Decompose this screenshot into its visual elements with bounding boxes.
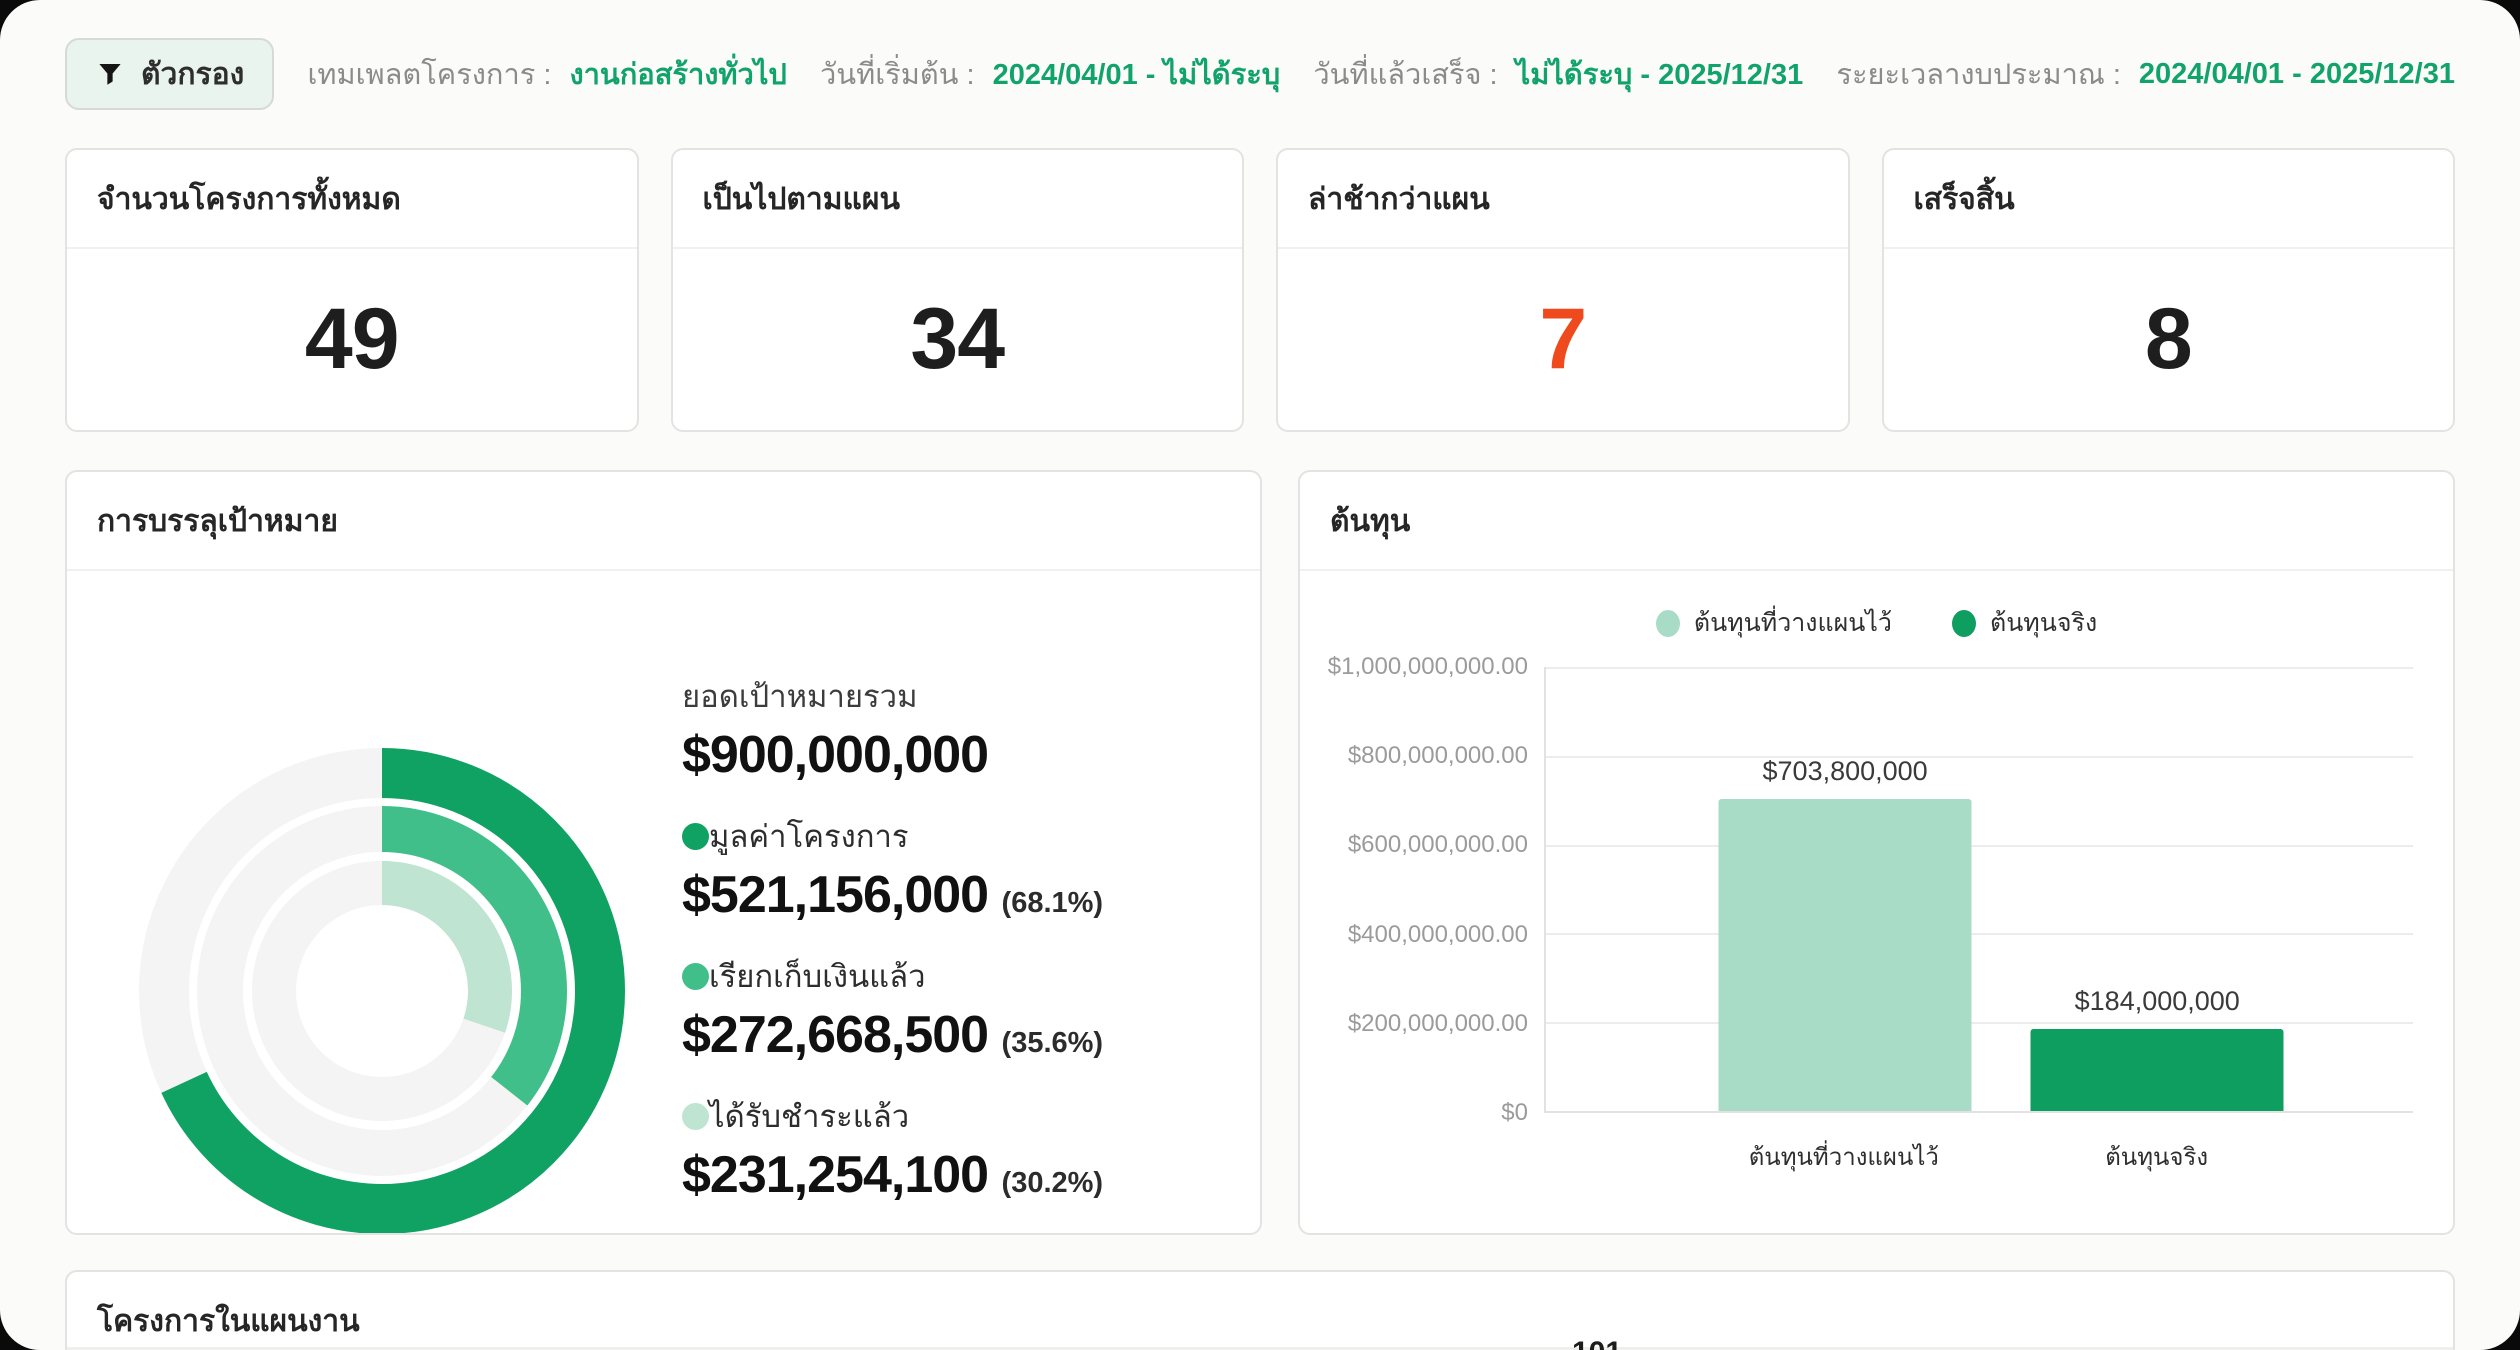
cost-legend-label: ต้นทุนจริง [1990,603,2097,643]
goal-donut-chart [122,731,642,1235]
x-axis-label: ต้นทุนที่วางแผนไว้ [1749,1137,1939,1176]
cost-legend-planned: ต้นทุนที่วางแผนไว้ [1656,603,1892,643]
stat-card-value: 49 [305,290,399,389]
filter-field-start-date: วันที่เริ่มต้น : 2024/04/01 - ไม่ได้ระบุ [820,51,1280,97]
gridline [1546,756,2413,758]
gridline [1546,845,2413,847]
projects-in-plan-panel: โครงการในแผนงาน 101 [65,1270,2455,1350]
goal-entry-value: $521,156,000 (68.1%) [682,865,1242,925]
filter-field-label: เทมเพลตโครงการ : [307,51,551,97]
filter-field-label: วันที่เริ่มต้น : [820,51,975,97]
goal-entry-percent: (35.6%) [1002,1027,1104,1059]
legend-dot [682,1103,709,1130]
y-tick-label: $600,000,000.00 [1348,831,1528,859]
legend-dot [1952,610,1976,637]
cost-legend-label: ต้นทุนที่วางแผนไว้ [1694,603,1892,643]
goal-achievement-panel: การบรรลุเป้าหมาย ยอดเป้าหมายรวม $900,000… [65,470,1262,1235]
filter-button[interactable]: ตัวกรอง [65,38,274,110]
y-tick-label: $200,000,000.00 [1348,1010,1528,1038]
filter-bar: ตัวกรอง เทมเพลตโครงการ : งานก่อสร้างทั่ว… [65,36,2455,112]
stat-card-on-plan: เป็นไปตามแผน 34 [671,148,1245,432]
goal-entry-paid: ได้รับชำระแล้ว $231,254,100 (30.2%) [682,1091,1242,1205]
bar-value-label: $184,000,000 [2075,986,2240,1017]
cost-bar-yaxis: $1,000,000,000.00$800,000,000.00$600,000… [1330,667,1528,1113]
y-tick-label: $800,000,000.00 [1348,742,1528,770]
filter-button-label: ตัวกรอง [141,51,244,98]
filter-field-end-date: วันที่แล้วเสร็จ : ไม่ได้ระบุ - 2025/12/3… [1313,51,1803,97]
y-tick-label: $400,000,000.00 [1348,921,1528,949]
legend-dot [682,823,709,850]
stat-card-finished: เสร็จสิ้น 8 [1882,148,2456,432]
bar-1 [2031,1029,2284,1111]
filter-field-value[interactable]: 2024/04/01 - 2025/12/31 [2139,58,2455,91]
goal-entry-label: มูลค่าโครงการ [709,811,909,861]
y-tick-label: $1,000,000,000.00 [1328,653,1528,681]
goal-total-value: $900,000,000 [682,725,1242,785]
y-tick-label: $0 [1501,1099,1528,1127]
stat-card-value: 34 [910,290,1004,389]
funnel-icon [95,59,125,89]
gridline [1546,667,2413,669]
cost-bar-xaxis: ต้นทุนที่วางแผนไว้ ต้นทุนจริง [1544,1113,2413,1183]
stat-card-value: 8 [2145,290,2192,389]
stat-cards-row: จำนวนโครงการทั้งหมด 49 เป็นไปตามแผน 34 ล… [65,148,2455,432]
goal-legend: ยอดเป้าหมายรวม $900,000,000 มูลค่าโครงกา… [682,671,1242,1231]
stat-card-title: เป็นไปตามแผน [673,150,1243,249]
filter-field-value[interactable]: ไม่ได้ระบุ - 2025/12/31 [1516,51,1804,97]
stat-card-value: 7 [1539,290,1586,389]
gridline [1546,1022,2413,1024]
cost-legend-actual: ต้นทุนจริง [1952,603,2097,643]
dashboard-root: ตัวกรอง เทมเพลตโครงการ : งานก่อสร้างทั่ว… [0,0,2520,1350]
filter-field-value[interactable]: งานก่อสร้างทั่วไป [569,51,786,97]
goal-total-label: ยอดเป้าหมายรวม [682,671,1242,721]
cost-bar-chart: $1,000,000,000.00$800,000,000.00$600,000… [1330,667,2413,1113]
stat-card-title: ล่าช้ากว่าแผน [1278,150,1848,249]
cost-legend: ต้นทุนที่วางแผนไว้ ต้นทุนจริง [1300,603,2453,643]
goal-entry-label: ได้รับชำระแล้ว [709,1091,909,1141]
goal-entry-project-value: มูลค่าโครงการ $521,156,000 (68.1%) [682,811,1242,925]
x-axis-label: ต้นทุนจริง [2105,1137,2208,1176]
filter-field-label: วันที่แล้วเสร็จ : [1313,51,1497,97]
cost-bar-plot: $703,800,000 $184,000,000 [1544,667,2413,1113]
goal-entry-percent: (68.1%) [1002,887,1104,919]
stat-card-title: เสร็จสิ้น [1884,150,2454,249]
middle-row: การบรรลุเป้าหมาย ยอดเป้าหมายรวม $900,000… [65,470,2455,1235]
goal-entry-value: $231,254,100 (30.2%) [682,1145,1242,1205]
legend-dot [682,963,709,990]
goal-entry-value: $272,668,500 (35.6%) [682,1005,1242,1065]
filter-field-value[interactable]: 2024/04/01 - ไม่ได้ระบุ [993,51,1281,97]
goal-entry-billed: เรียกเก็บเงินแล้ว $272,668,500 (35.6%) [682,951,1242,1065]
bar-0 [1719,799,1972,1111]
legend-dot [1656,610,1680,637]
bar-value-label: $703,800,000 [1763,756,1928,787]
goal-panel-title: การบรรลุเป้าหมาย [67,472,1260,571]
partial-count: 101 [1572,1336,1622,1350]
cost-panel-title: ต้นทุน [1300,472,2453,571]
goal-entry-label: เรียกเก็บเงินแล้ว [709,951,926,1001]
stat-card-total-projects: จำนวนโครงการทั้งหมด 49 [65,148,639,432]
filter-field-label: ระยะเวลางบประมาณ : [1836,51,2121,97]
stat-card-delayed: ล่าช้ากว่าแผน 7 [1276,148,1850,432]
gridline [1546,933,2413,935]
filter-field-budget-period: ระยะเวลางบประมาณ : 2024/04/01 - 2025/12/… [1836,51,2455,97]
stat-card-title: จำนวนโครงการทั้งหมด [67,150,637,249]
goal-entry-percent: (30.2%) [1002,1167,1104,1199]
filter-field-template: เทมเพลตโครงการ : งานก่อสร้างทั่วไป [307,51,786,97]
cost-panel: ต้นทุน ต้นทุนที่วางแผนไว้ ต้นทุนจริง $1,… [1298,470,2455,1235]
bottom-panel-title: โครงการในแผนงาน [67,1272,2453,1350]
goal-total-entry: ยอดเป้าหมายรวม $900,000,000 [682,671,1242,785]
